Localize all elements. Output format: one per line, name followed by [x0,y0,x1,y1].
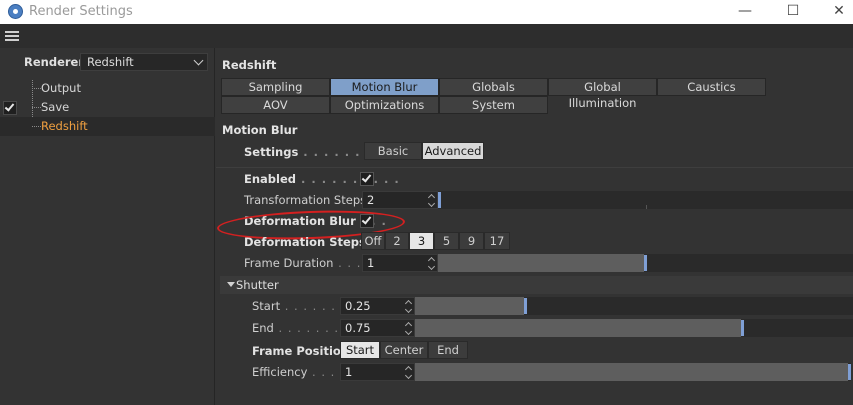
deformation-steps-2[interactable]: 2 [385,232,409,250]
tab-optimizations[interactable]: Optimizations [330,96,439,114]
slider-fill [415,363,848,381]
redshift-settings-panel: Redshift Sampling Motion Blur Globals Gl… [216,48,853,405]
settings-advanced-button[interactable]: Advanced [422,142,484,160]
hamburger-menu-icon[interactable] [5,31,19,41]
spinner-arrows-icon[interactable] [406,321,412,335]
tab-sampling[interactable]: Sampling [221,78,330,96]
checkmark-icon [4,101,15,112]
triangle-down-icon [227,282,235,287]
renderer-select[interactable]: Redshift [80,53,208,71]
shutter-group-title: Shutter [236,278,279,292]
deformation-steps-label: Deformation Steps [244,235,366,249]
shutter-end-field[interactable]: 0.75 [340,319,415,337]
tree-item-label: Save [41,100,70,114]
tree-item-label: Redshift [41,119,88,133]
minimize-button[interactable]: — [722,0,768,24]
frame-position-end[interactable]: End [428,341,468,359]
renderer-select-value: Redshift [87,55,134,69]
efficiency-label: Efficiency . . . . [252,365,345,379]
settings-basic-button[interactable]: Basic [364,142,422,160]
frame-duration-label: Frame Duration . . . . [244,256,371,270]
transformation-steps-label: Transformation Steps [244,193,367,207]
deformation-steps-9[interactable]: 9 [459,232,484,250]
shutter-start-slider[interactable] [415,297,853,315]
transformation-steps-value: 2 [367,193,375,207]
tree-branch-line [32,88,41,89]
menu-bar [0,24,853,48]
spinner-arrows-icon[interactable] [406,299,412,313]
save-checkbox[interactable] [3,101,17,115]
tab-globals[interactable]: Globals [439,78,548,96]
efficiency-field[interactable]: 1 [340,363,415,381]
spinner-arrows-icon[interactable] [429,256,435,270]
tab-system[interactable]: System [439,96,548,114]
frame-position-start[interactable]: Start [340,341,380,359]
checkmark-icon [361,172,372,183]
frame-position-label: Frame Position [252,344,349,358]
tree-item-redshift[interactable]: Redshift [0,117,215,136]
tree-item-output[interactable]: Output [0,79,215,98]
transformation-steps-field[interactable]: 2 [362,191,438,209]
spinner-arrows-icon[interactable] [406,365,412,379]
shutter-group-header[interactable]: Shutter [220,276,853,294]
shutter-start-value: 0.25 [345,299,371,313]
slider-handle[interactable] [644,255,647,271]
slider-handle[interactable] [524,298,527,314]
motion-blur-section-title: Motion Blur [222,123,298,137]
tree-item-save[interactable]: Save [0,98,215,117]
renderer-label: Renderer [24,55,85,69]
shutter-start-label: Start . . . . . . . [252,299,346,313]
efficiency-value: 1 [345,365,353,379]
tree-branch-line [32,126,41,127]
frame-duration-field[interactable]: 1 [362,254,438,272]
shutter-start-field[interactable]: 0.25 [340,297,415,315]
shutter-end-slider[interactable] [415,319,853,337]
tab-aov[interactable]: AOV [221,96,330,114]
slider-fill [415,297,524,315]
chevron-down-icon [193,55,204,66]
close-button[interactable]: ✕ [816,0,853,24]
cinema4d-app-icon [8,4,23,19]
title-bar: Render Settings — ☐ ✕ [0,0,853,24]
slider-handle[interactable] [741,320,744,336]
deformation-steps-off[interactable]: Off [361,232,385,250]
deformation-steps-17[interactable]: 17 [484,232,510,250]
slider-handle[interactable] [848,364,851,380]
enabled-label: Enabled . . . . . . . . . . [244,172,400,186]
slider-fill [415,319,741,337]
frame-duration-slider[interactable] [438,254,853,272]
panel-title: Redshift [222,58,277,72]
divider [216,167,853,168]
efficiency-slider[interactable] [415,363,851,381]
tree-item-label: Output [41,81,81,95]
shutter-end-value: 0.75 [345,321,371,335]
tab-motion-blur[interactable]: Motion Blur [330,78,439,96]
settings-tree-panel: Renderer Redshift Output Save Redshift [0,48,215,405]
maximize-button[interactable]: ☐ [770,0,816,24]
tab-global-illumination[interactable]: Global Illumination [548,78,657,110]
deformation-steps-3[interactable]: 3 [409,232,434,250]
slider-tick [646,205,647,209]
transformation-steps-slider[interactable] [438,191,853,209]
slider-handle[interactable] [438,192,441,208]
tab-caustics[interactable]: Caustics [657,78,766,96]
window-title: Render Settings [29,4,133,19]
enabled-checkbox[interactable] [360,172,374,186]
deformation-steps-5[interactable]: 5 [434,232,459,250]
spinner-arrows-icon[interactable] [429,193,435,207]
frame-position-center[interactable]: Center [380,341,428,359]
slider-fill [438,254,644,272]
tree-branch-line [32,107,41,108]
frame-duration-value: 1 [367,256,375,270]
